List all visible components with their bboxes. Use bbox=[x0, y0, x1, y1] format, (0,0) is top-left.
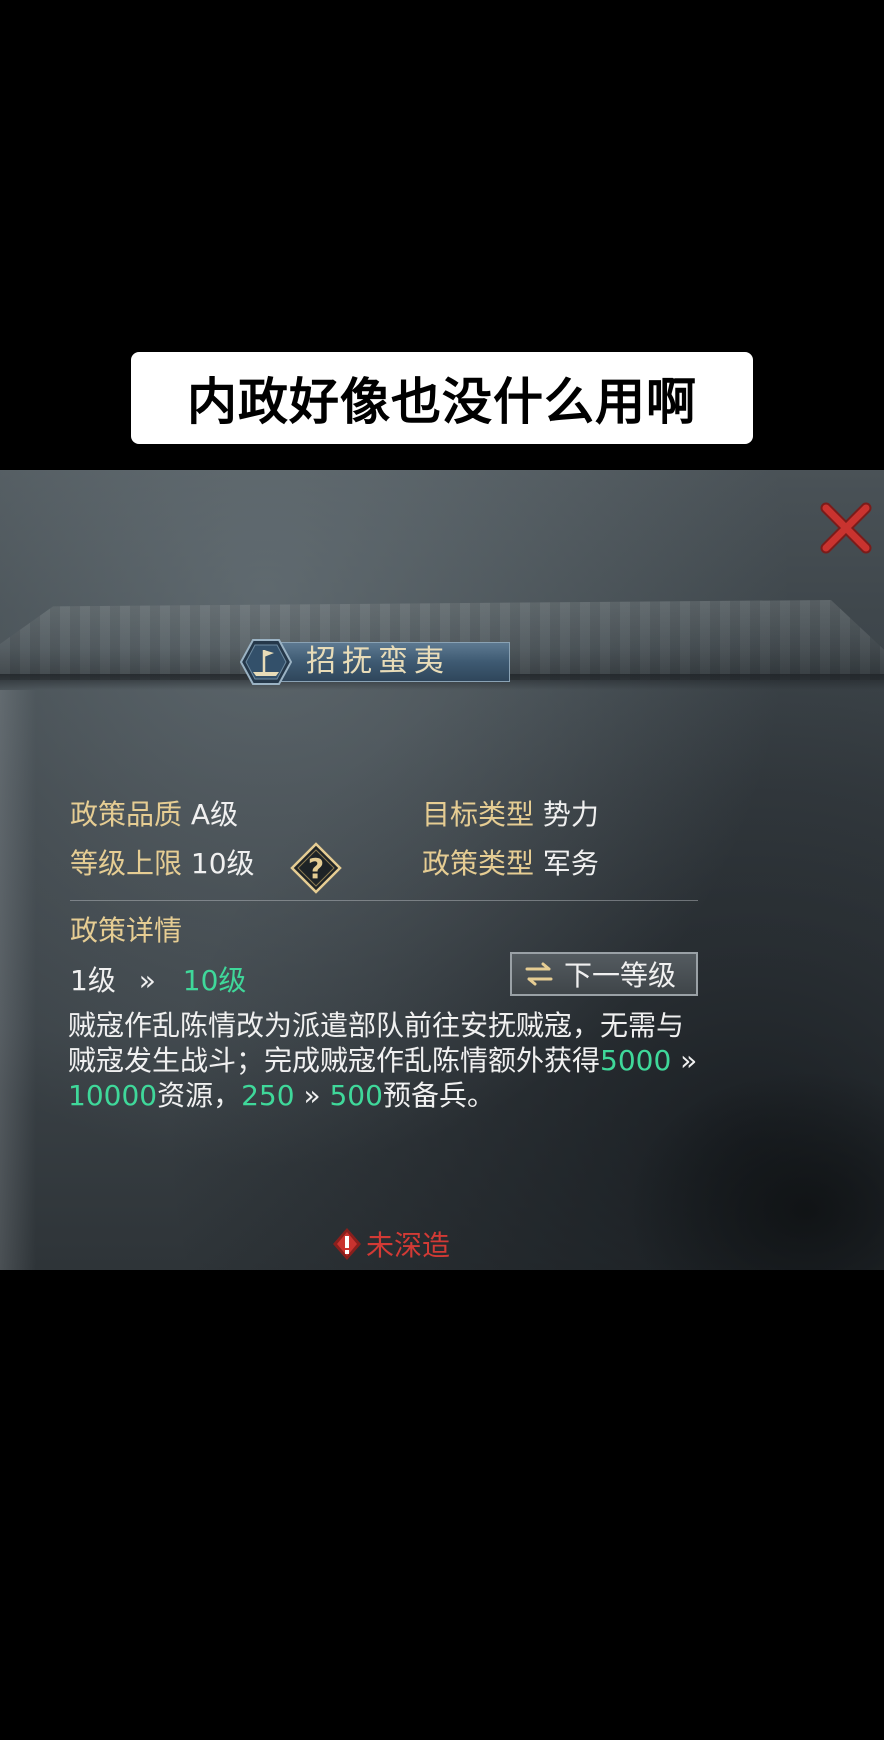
level-arrow: » bbox=[138, 964, 156, 997]
divider bbox=[70, 900, 698, 901]
next-level-button[interactable]: 下一等级 bbox=[510, 952, 698, 996]
desc-value-4: 500 bbox=[329, 1079, 383, 1112]
desc-text-2: 资源， bbox=[157, 1079, 242, 1112]
status-text: 未深造 bbox=[366, 1229, 451, 1262]
caption-text: 内政好像也没什么用啊 bbox=[187, 373, 697, 431]
warning-icon bbox=[333, 1228, 361, 1260]
desc-arrow-2: » bbox=[294, 1079, 330, 1112]
level-cap-label: 等级上限 bbox=[70, 847, 183, 880]
svg-text:?: ? bbox=[308, 852, 324, 885]
policy-type-label: 政策类型 bbox=[422, 847, 535, 880]
page: 内政好像也没什么用啊 招抚蛮夷 政策品质 A级 目标类型 势力 等级上限 10级… bbox=[0, 0, 884, 1740]
level-cap-row: 等级上限 10级 bbox=[70, 847, 255, 881]
desc-value-1: 5000 bbox=[600, 1044, 672, 1077]
policy-type-value: 军务 bbox=[542, 847, 599, 880]
target-type-value: 势力 bbox=[542, 798, 599, 831]
flag-hex-icon bbox=[240, 639, 292, 685]
video-caption: 内政好像也没什么用啊 bbox=[131, 352, 753, 444]
question-diamond-icon: ? bbox=[290, 842, 342, 894]
help-button[interactable]: ? bbox=[290, 842, 342, 894]
level-progress: 1级 » 10级 bbox=[70, 964, 246, 998]
quality-label: 政策品质 bbox=[70, 798, 183, 831]
swap-arrows-icon bbox=[525, 962, 553, 986]
desc-value-3: 250 bbox=[241, 1079, 295, 1112]
policy-panel: 招抚蛮夷 政策品质 A级 目标类型 势力 等级上限 10级 政策类型 军务 ? bbox=[0, 470, 884, 1270]
desc-value-2: 10000 bbox=[68, 1079, 158, 1112]
study-status: 未深造 bbox=[332, 1226, 450, 1262]
level-to: 10级 bbox=[182, 964, 247, 997]
next-level-label: 下一等级 bbox=[564, 959, 677, 992]
target-type-label: 目标类型 bbox=[422, 798, 535, 831]
policy-description: 贼寇作乱陈情改为派遣部队前往安抚贼寇，无需与贼寇发生战斗；完成贼寇作乱陈情额外获… bbox=[68, 1008, 698, 1113]
desc-text-1: 贼寇作乱陈情改为派遣部队前往安抚贼寇，无需与贼寇发生战斗；完成贼寇作乱陈情额外获… bbox=[68, 1009, 685, 1077]
details-heading: 政策详情 bbox=[70, 914, 182, 948]
policy-title-banner: 招抚蛮夷 bbox=[240, 638, 512, 686]
details-label: 政策详情 bbox=[70, 914, 183, 947]
close-icon bbox=[820, 502, 872, 554]
pillar-background bbox=[0, 690, 36, 1270]
policy-type-row: 政策类型 军务 bbox=[422, 847, 599, 881]
level-cap-value: 10级 bbox=[190, 847, 255, 880]
quality-value: A级 bbox=[190, 798, 239, 831]
target-type-row: 目标类型 势力 bbox=[422, 798, 599, 832]
policy-name: 招抚蛮夷 bbox=[306, 644, 450, 679]
quality-row: 政策品质 A级 bbox=[70, 798, 238, 832]
desc-arrow-1: » bbox=[671, 1044, 698, 1077]
close-button[interactable] bbox=[818, 500, 874, 556]
level-from: 1级 bbox=[70, 964, 116, 997]
desc-text-3: 预备兵。 bbox=[382, 1079, 495, 1112]
